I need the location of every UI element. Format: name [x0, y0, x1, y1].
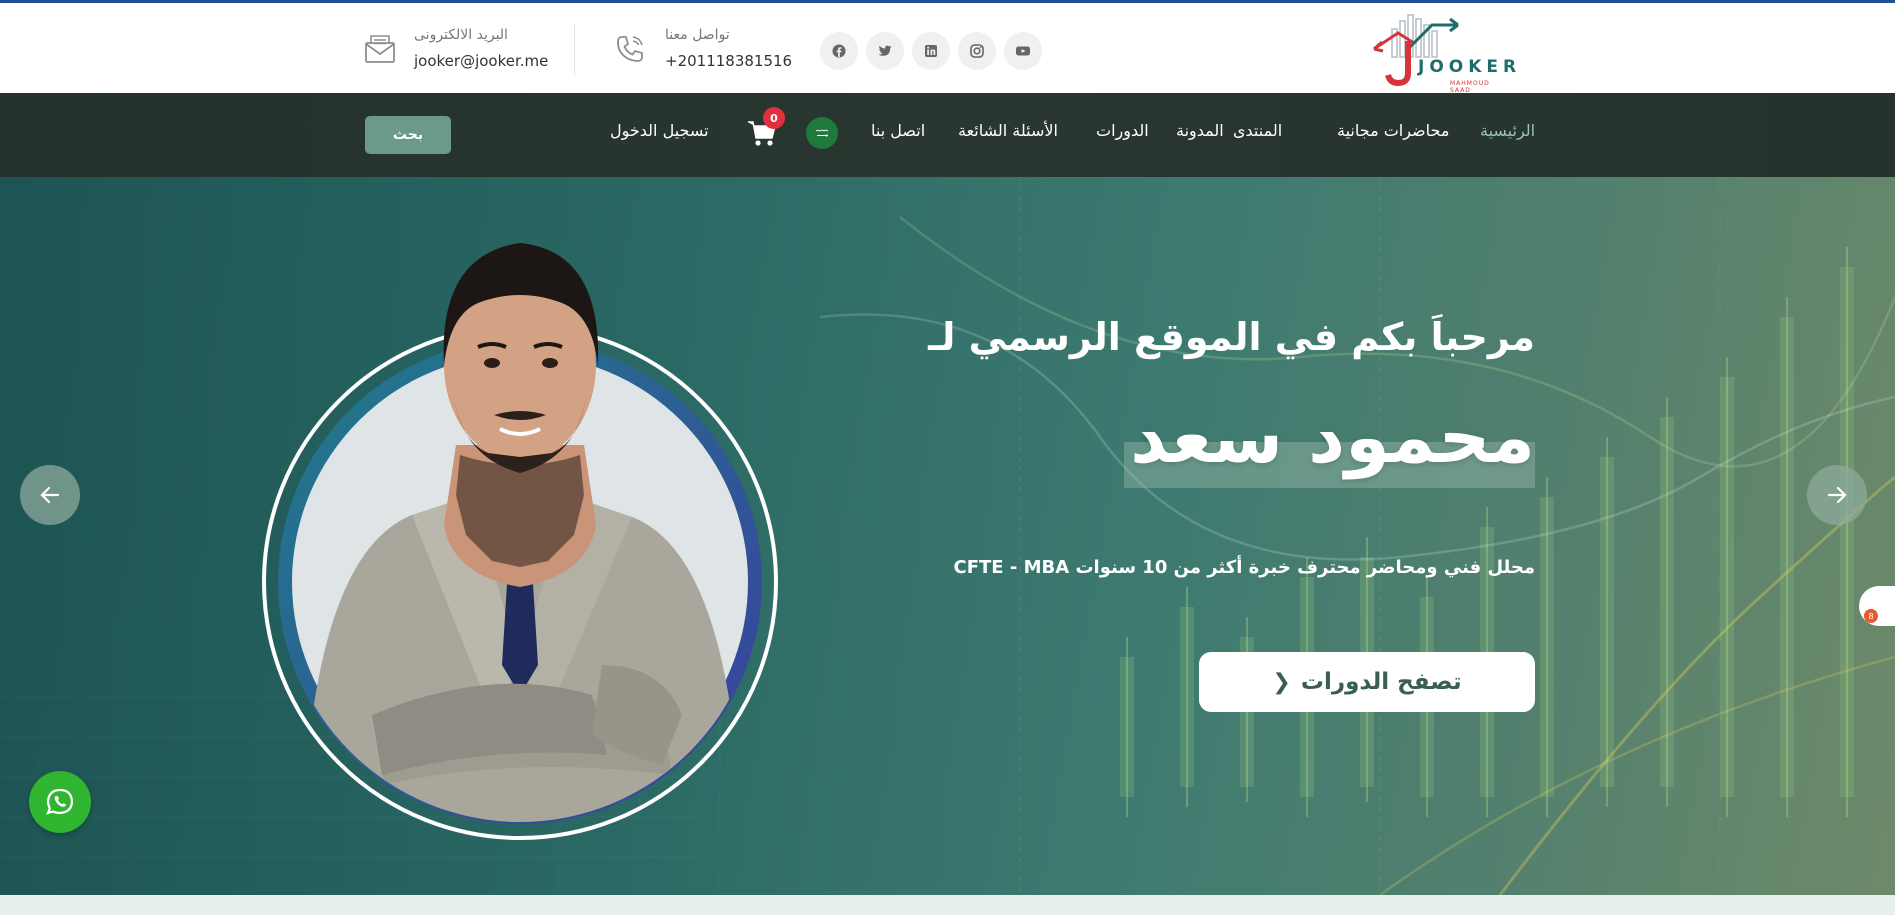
login-link[interactable]: تسجيل الدخول — [610, 121, 709, 140]
site-logo[interactable]: JOOKER MAHMOUD SAAD — [1370, 11, 1516, 94]
nav-item-courses[interactable]: الدورات — [1096, 121, 1149, 140]
search-button[interactable]: بحث — [365, 116, 451, 154]
logo-subtitle: MAHMOUD SAAD — [1450, 80, 1490, 94]
side-widget-badge: 8 — [1864, 609, 1878, 623]
hero-greeting: مرحباَ بكم في الموقع الرسمي لـ — [928, 315, 1535, 359]
page: JOOKER MAHMOUD SAAD تواصل معنا +20111838… — [0, 0, 1895, 915]
presenter-portrait — [262, 243, 778, 840]
logo-text: JOOKER — [1418, 57, 1522, 77]
email-address[interactable]: jooker@jooker.me — [414, 52, 548, 70]
header-divider — [574, 23, 575, 75]
contact-phone[interactable]: تواصل معنا +201118381516 — [612, 25, 792, 77]
cart-count-badge: 0 — [763, 107, 785, 129]
chevron-left-icon: ❮ — [1272, 669, 1291, 695]
social-links — [820, 32, 1042, 70]
envelope-icon — [365, 35, 395, 63]
hero-description: محلل فني ومحاضر محترف خبرة أكثر من 10 سن… — [953, 557, 1535, 578]
browse-courses-label: تصفح الدورات — [1300, 669, 1462, 695]
browse-courses-button[interactable]: تصفح الدورات ❮ — [1199, 652, 1535, 712]
slider-prev-button[interactable] — [20, 465, 80, 525]
section-divider-strip — [0, 895, 1895, 915]
youtube-icon[interactable] — [1004, 32, 1042, 70]
nav-item-blog[interactable]: المدونة — [1176, 121, 1224, 140]
phone-label: تواصل معنا — [665, 27, 730, 43]
top-bar: JOOKER MAHMOUD SAAD تواصل معنا +20111838… — [0, 0, 1895, 94]
nav-item-contact[interactable]: اتصل بنا — [871, 121, 925, 140]
arrow-right-icon — [1827, 486, 1847, 504]
facebook-icon[interactable] — [820, 32, 858, 70]
logo-mark-icon — [1373, 14, 1459, 87]
nav-item-free-lectures[interactable]: محاضرات مجانية — [1337, 121, 1449, 140]
email-label: البريد الالكترونى — [414, 27, 508, 43]
nav-item-home[interactable]: الرئيسية — [1480, 121, 1535, 140]
nav-item-forum[interactable]: المنتدى — [1233, 121, 1282, 140]
arrow-left-icon — [40, 486, 60, 504]
whatsapp-icon — [46, 788, 74, 815]
main-nav: الرئيسية محاضرات مجانية المنتدى المدونة … — [0, 93, 1895, 177]
phone-number[interactable]: +201118381516 — [665, 52, 792, 70]
instagram-icon[interactable] — [958, 32, 996, 70]
language-flag-icon[interactable] — [806, 117, 838, 149]
linkedin-icon[interactable] — [912, 32, 950, 70]
twitter-icon[interactable] — [866, 32, 904, 70]
nav-item-faq[interactable]: الأسئلة الشائعة — [958, 121, 1058, 140]
hero-name: محمود سعد — [1130, 395, 1535, 479]
whatsapp-button[interactable] — [29, 771, 91, 833]
phone-icon — [617, 36, 643, 62]
hero-slider: مرحباَ بكم في الموقع الرسمي لـ محمود سعد… — [0, 177, 1895, 895]
contact-email[interactable]: البريد الالكترونى jooker@jooker.me — [362, 25, 548, 77]
slider-next-button[interactable] — [1807, 465, 1867, 525]
